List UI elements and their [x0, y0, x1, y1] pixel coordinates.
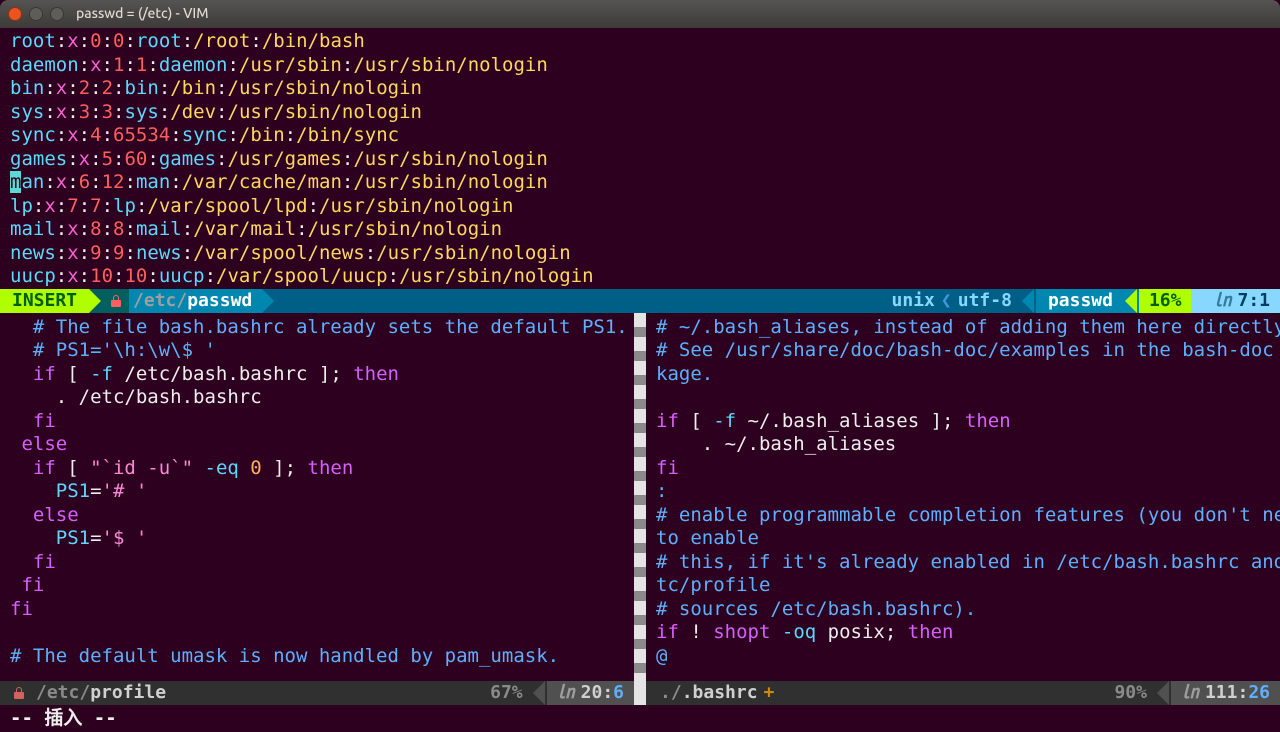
window-close-button[interactable]: [8, 7, 22, 21]
statusline-profile: /etc/profile 67% ㏑20:6: [0, 681, 634, 705]
vertical-split-divider[interactable]: [634, 681, 646, 705]
filetype-indicator: passwd: [1036, 289, 1125, 313]
passwd-line: bin:x:2:2:bin:/bin:/usr/sbin/nologin: [10, 77, 1270, 101]
editor-pane-bashrc[interactable]: # ~/.bash_aliases, instead of adding the…: [646, 313, 1280, 681]
position-indicator: ㏑20:6: [547, 681, 634, 705]
code-line: else: [10, 433, 624, 457]
percent-indicator: 90%: [1104, 681, 1157, 705]
code-line: fi: [10, 410, 624, 434]
code-line: # The default umask is now handled by pa…: [10, 645, 624, 669]
readonly-lock-icon: [0, 681, 34, 705]
percent-indicator: 67%: [480, 681, 533, 705]
position-indicator: ㏑111:26: [1171, 681, 1280, 705]
modified-indicator: +: [758, 682, 775, 703]
buffer-path: /etc/passwd: [129, 289, 262, 313]
window-minimize-button[interactable]: [29, 7, 43, 21]
code-line: PS1='# ': [10, 480, 624, 504]
statusline-bashrc: ./.bashrc+ 90% ㏑111:26: [646, 681, 1280, 705]
code-line: to enable: [656, 527, 1270, 551]
code-line: # See /usr/share/doc/bash-doc/examples i…: [656, 339, 1270, 363]
statusline-passwd: INSERT /etc/passwd unix❮utf-8 passwd 16%…: [0, 289, 1280, 313]
code-line: . /etc/bash.bashrc: [10, 386, 624, 410]
code-line: # PS1='\h:\w\$ ': [10, 339, 624, 363]
code-line: if ! shopt -oq posix; then: [656, 621, 1270, 645]
encoding-indicator: unix❮utf-8: [882, 289, 1022, 313]
code-line: @: [656, 645, 1270, 669]
code-line: if [ "`id -u`" -eq 0 ]; then: [10, 457, 624, 481]
code-line: fi: [10, 551, 624, 575]
editor-pane-passwd[interactable]: root:x:0:0:root:/root:/bin/bashdaemon:x:…: [0, 28, 1280, 289]
passwd-line: man:x:6:12:man:/var/cache/man:/usr/sbin/…: [10, 171, 1270, 195]
code-line: if [ -f /etc/bash.bashrc ]; then: [10, 363, 624, 387]
window-titlebar: passwd = (/etc) - VIM: [0, 0, 1280, 28]
code-line: # enable programmable completion feature…: [656, 504, 1270, 528]
code-line: fi: [10, 598, 624, 622]
passwd-line: sync:x:4:65534:sync:/bin:/bin/sync: [10, 124, 1270, 148]
readonly-lock-icon: [103, 289, 129, 313]
vertical-split-divider[interactable]: [634, 313, 646, 681]
code-line: fi: [656, 457, 1270, 481]
passwd-line: mail:x:8:8:mail:/var/mail:/usr/sbin/nolo…: [10, 218, 1270, 242]
code-line: # sources /etc/bash.bashrc).: [656, 598, 1270, 622]
command-line[interactable]: -- 插入 --: [0, 705, 1280, 732]
buffer-path: ./.bashrc+: [646, 681, 782, 705]
editor-pane-profile[interactable]: # The file bash.bashrc already sets the …: [0, 313, 634, 681]
passwd-line: news:x:9:9:news:/var/spool/news:/usr/sbi…: [10, 242, 1270, 266]
code-line: # The file bash.bashrc already sets the …: [10, 316, 624, 340]
mode-indicator: INSERT: [0, 289, 89, 313]
code-line: PS1='$ ': [10, 527, 624, 551]
percent-indicator: 16%: [1139, 289, 1192, 313]
window-title: passwd = (/etc) - VIM: [76, 2, 209, 26]
code-line: # ~/.bash_aliases, instead of adding the…: [656, 316, 1270, 340]
code-line: . ~/.bash_aliases: [656, 433, 1270, 457]
code-line: [10, 621, 624, 645]
passwd-line: daemon:x:1:1:daemon:/usr/sbin:/usr/sbin/…: [10, 54, 1270, 78]
code-line: if [ -f ~/.bash_aliases ]; then: [656, 410, 1270, 434]
passwd-line: games:x:5:60:games:/usr/games:/usr/sbin/…: [10, 148, 1270, 172]
code-line: fi: [10, 574, 624, 598]
passwd-line: uucp:x:10:10:uucp:/var/spool/uucp:/usr/s…: [10, 265, 1270, 289]
position-indicator: ㏑7:1: [1191, 289, 1280, 313]
code-line: else: [10, 504, 624, 528]
code-line: :: [656, 480, 1270, 504]
buffer-path: /etc/profile: [34, 681, 174, 705]
passwd-line: sys:x:3:3:sys:/dev:/usr/sbin/nologin: [10, 101, 1270, 125]
code-line: # this, if it's already enabled in /etc/…: [656, 551, 1270, 575]
code-line: kage.: [656, 363, 1270, 387]
passwd-line: root:x:0:0:root:/root:/bin/bash: [10, 30, 1270, 54]
window-maximize-button[interactable]: [50, 7, 64, 21]
code-line: tc/profile: [656, 574, 1270, 598]
passwd-line: lp:x:7:7:lp:/var/spool/lpd:/usr/sbin/nol…: [10, 195, 1270, 219]
code-line: [656, 386, 1270, 410]
